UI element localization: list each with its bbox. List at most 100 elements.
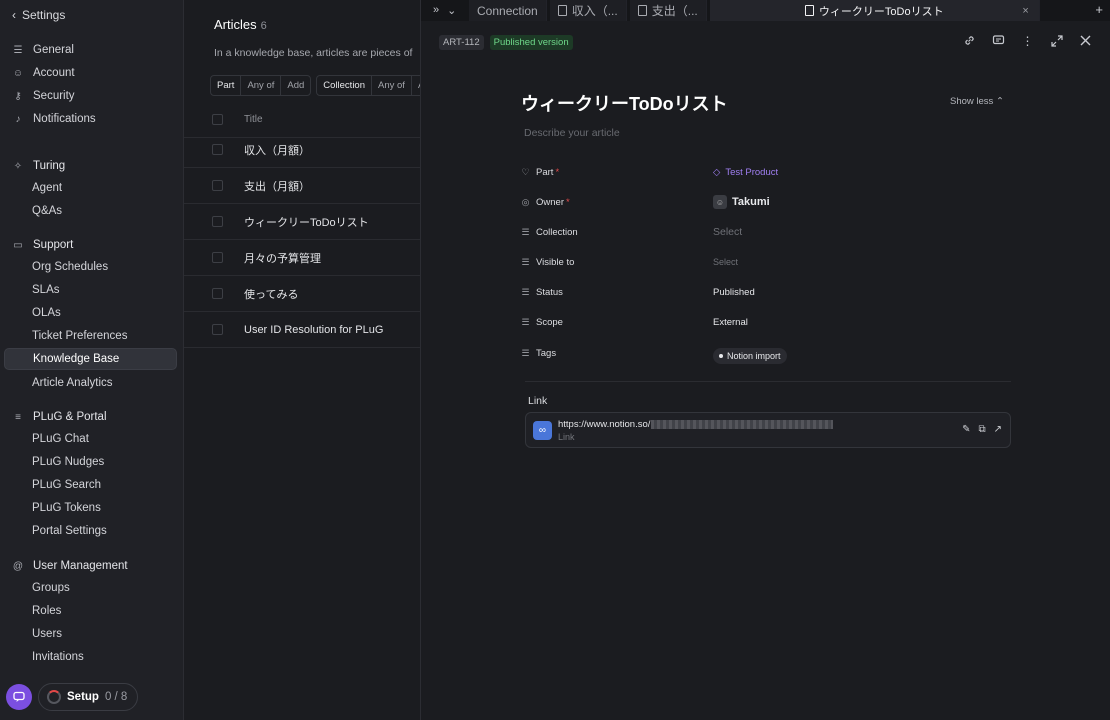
filter-bar: Part Any of Add Collection Any of Ad xyxy=(210,75,420,96)
table-row[interactable]: 使ってみる xyxy=(184,276,420,312)
table-row[interactable]: User ID Resolution for PLuG xyxy=(184,312,420,348)
sidebar-group-support[interactable]: ▭ Support xyxy=(4,234,177,256)
sidebar-footer: Setup 0 / 8 xyxy=(6,683,139,711)
sidebar-item-plug-search[interactable]: PLuG Search xyxy=(4,474,177,496)
stack-icon: ≡ xyxy=(15,411,21,423)
chat-icon: ▭ xyxy=(13,239,23,251)
table-row[interactable]: 支出（月額） xyxy=(184,168,420,204)
tab-bar: » ⌄ Connection 収入（... 支出（... ウィークリーToDoリ… xyxy=(421,0,1110,21)
show-less-button[interactable]: Show less ⌃ xyxy=(950,96,1004,107)
filter-collection[interactable]: Collection Any of Ad xyxy=(316,75,420,96)
new-tab-plus-icon[interactable]: + xyxy=(1095,2,1103,17)
sidebar-item-article-analytics[interactable]: Article Analytics xyxy=(4,372,177,394)
sidebar-item-roles[interactable]: Roles xyxy=(4,600,177,622)
table-row[interactable]: ウィークリーToDoリスト xyxy=(184,204,420,240)
tag-pill[interactable]: Notion import xyxy=(713,347,787,364)
select-all-checkbox[interactable] xyxy=(212,114,223,125)
part-value[interactable]: ◇ Test Product xyxy=(713,167,778,178)
more-vertical-icon[interactable]: ⋮ xyxy=(1021,34,1034,48)
sidebar-item-users[interactable]: Users xyxy=(4,623,177,645)
sidebar-item-groups[interactable]: Groups xyxy=(4,577,177,599)
sidebar-item-account[interactable]: ☺ Account xyxy=(4,62,177,84)
collection-select[interactable]: Select xyxy=(713,226,742,238)
filter-part[interactable]: Part Any of Add xyxy=(210,75,312,96)
list-icon: ☰ xyxy=(521,256,530,267)
sidebar-item-notifications[interactable]: ♪ Notifications xyxy=(4,108,177,130)
expand-icon[interactable] xyxy=(1050,34,1063,47)
close-icon[interactable] xyxy=(1079,34,1092,47)
table-row[interactable]: 月々の予算管理 xyxy=(184,240,420,276)
link-card[interactable]: ∞ https://www.notion.so/ Link ✎ ⧉ ↗ xyxy=(525,412,1011,448)
link-actions: ✎ ⧉ ↗ xyxy=(962,424,1002,435)
redacted-url-path xyxy=(651,420,834,429)
visible-to-select[interactable]: Select xyxy=(713,257,738,267)
key-icon: ⚷ xyxy=(14,90,22,102)
row-checkbox[interactable] xyxy=(212,324,223,335)
setup-button[interactable]: Setup 0 / 8 xyxy=(38,683,139,711)
chat-bubble-icon xyxy=(13,691,25,702)
chevron-left-icon: ‹ xyxy=(12,8,16,22)
sidebar-item-org-schedules[interactable]: Org Schedules xyxy=(4,256,177,278)
sidebar-item-qas[interactable]: Q&As xyxy=(4,200,177,222)
article-title[interactable]: ウィークリーToDoリスト xyxy=(521,90,728,116)
chevron-up-icon: ⌃ xyxy=(995,96,1004,107)
prop-part: ♡ Part * ◇ Test Product xyxy=(521,166,779,178)
description-input[interactable]: Describe your article xyxy=(524,127,620,139)
comment-icon[interactable] xyxy=(992,34,1005,47)
required-asterisk: * xyxy=(565,196,570,208)
sidebar-item-plug-chat[interactable]: PLuG Chat xyxy=(4,428,177,450)
link-type-label: Link xyxy=(558,432,575,442)
close-tab-icon[interactable]: × xyxy=(1022,5,1028,17)
external-link-icon[interactable]: ↗ xyxy=(994,424,1002,435)
sidebar-group-plug-portal[interactable]: ≡ PLuG & Portal xyxy=(4,406,177,428)
row-checkbox[interactable] xyxy=(212,252,223,263)
prop-collection: ☰ Collection Select xyxy=(521,226,743,238)
sidebar-item-agent[interactable]: Agent xyxy=(4,177,177,199)
copy-icon[interactable]: ⧉ xyxy=(978,424,985,435)
sidebar-item-slas[interactable]: SLAs xyxy=(4,279,177,301)
page-title: Articles 6 xyxy=(214,17,267,32)
status-value[interactable]: Published xyxy=(713,287,755,298)
tab-expense[interactable]: 支出（... xyxy=(629,0,707,21)
sidebar-item-plug-nudges[interactable]: PLuG Nudges xyxy=(4,451,177,473)
document-icon xyxy=(557,5,567,16)
row-checkbox[interactable] xyxy=(212,144,223,155)
article-id-badge[interactable]: ART-112 xyxy=(439,35,484,50)
row-checkbox[interactable] xyxy=(212,216,223,227)
sidebar-item-ticket-preferences[interactable]: Ticket Preferences xyxy=(4,325,177,347)
owner-value[interactable]: ☺ Takumi xyxy=(713,195,770,209)
sidebar-item-security[interactable]: ⚷ Security xyxy=(4,85,177,107)
link-icon[interactable] xyxy=(963,34,976,47)
page-description: In a knowledge base, articles are pieces… xyxy=(214,47,413,59)
tab-income[interactable]: 収入（... xyxy=(549,0,627,21)
chat-button[interactable] xyxy=(6,684,32,710)
list-icon: ☰ xyxy=(521,316,530,327)
sidebar-item-olas[interactable]: OLAs xyxy=(4,302,177,324)
tab-connection[interactable]: Connection xyxy=(469,0,547,21)
table-row[interactable]: 収入（月額） xyxy=(184,132,420,168)
sidebar-item-invitations[interactable]: Invitations xyxy=(4,646,177,668)
sidebar-item-knowledge-base[interactable]: Knowledge Base xyxy=(4,348,177,370)
chevron-down-icon[interactable]: ⌄ xyxy=(447,4,456,17)
prop-tags: ☰ Tags Notion import xyxy=(521,343,1011,364)
sparkle-icon: ✧ xyxy=(13,160,23,172)
row-checkbox[interactable] xyxy=(212,180,223,191)
row-checkbox[interactable] xyxy=(212,288,223,299)
sidebar-item-plug-tokens[interactable]: PLuG Tokens xyxy=(4,497,177,519)
sidebar-item-general[interactable]: ☰ General xyxy=(4,39,177,61)
double-chevron-right-icon[interactable]: » xyxy=(433,4,439,17)
tags-value[interactable]: Notion import xyxy=(713,347,787,364)
back-to-settings[interactable]: ‹ Settings xyxy=(12,8,65,22)
user-icon: ☺ xyxy=(12,67,24,79)
sidebar-group-turing[interactable]: ✧ Turing xyxy=(4,155,177,177)
progress-ring-icon xyxy=(47,690,61,704)
tab-weekly-todo[interactable]: ウィークリーToDoリスト × xyxy=(709,0,1040,21)
prop-status: ☰ Status Published xyxy=(521,286,755,298)
sidebar-group-user-management[interactable]: @ User Management xyxy=(4,555,177,577)
link-url[interactable]: https://www.notion.so/ xyxy=(558,419,834,430)
sidebar-item-portal-settings[interactable]: Portal Settings xyxy=(4,520,177,542)
bell-icon: ♪ xyxy=(15,113,21,125)
edit-pencil-icon[interactable]: ✎ xyxy=(962,424,970,435)
scope-value[interactable]: External xyxy=(713,317,748,328)
link-section-title: Link xyxy=(528,395,548,407)
